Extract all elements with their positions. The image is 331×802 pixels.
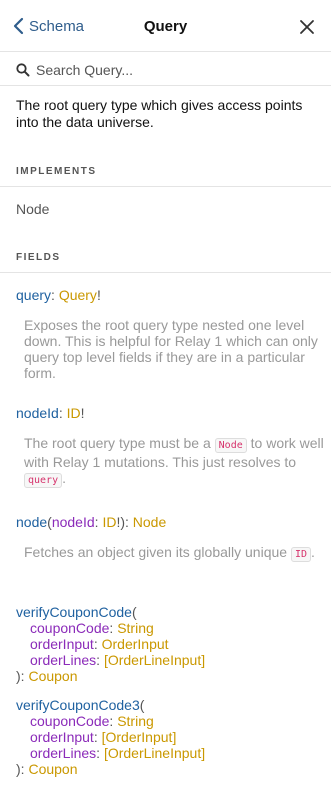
implements-node-link[interactable]: Node — [16, 201, 49, 217]
field-type-verifycouponcode3[interactable]: Coupon — [28, 761, 77, 777]
field-name-node[interactable]: node — [16, 514, 47, 530]
page-title: Query — [143, 18, 188, 35]
arg-name: orderInput — [30, 636, 94, 652]
arg-type-id[interactable]: ID — [102, 514, 116, 530]
field-type-nodeid[interactable]: ID — [67, 405, 81, 421]
arg-name: couponCode — [30, 713, 110, 729]
implements-divider — [0, 186, 331, 187]
field-description-node: Fetches an object given its globally uni… — [16, 544, 324, 563]
field-verifycouponcode3: verifyCouponCode3( couponCode: String or… — [16, 697, 206, 777]
arg-name: orderInput — [30, 729, 94, 745]
description-text: Fetches an object given its globally uni… — [24, 544, 291, 560]
field-name-verifycouponcode[interactable]: verifyCouponCode — [16, 604, 132, 620]
arg-type[interactable]: String — [117, 713, 154, 729]
arg-type[interactable]: OrderLineInput — [108, 652, 201, 668]
field-node: node(nodeId: ID!): Node — [16, 514, 167, 530]
arg-type[interactable]: OrderLineInput — [108, 745, 201, 761]
field-type-verifycouponcode[interactable]: Coupon — [28, 668, 77, 684]
implements-heading: IMPLEMENTS — [16, 166, 97, 177]
search-input[interactable] — [36, 59, 316, 81]
field-type-node[interactable]: Node — [133, 514, 166, 530]
field-type-query[interactable]: Query — [59, 287, 97, 303]
field-name-query[interactable]: query — [16, 287, 51, 303]
search-bar — [0, 52, 331, 86]
arg-name: orderLines — [30, 652, 97, 668]
non-null-marker: ! — [96, 287, 101, 303]
arg-name-nodeid: nodeId — [51, 514, 95, 530]
fields-heading: FIELDS — [16, 252, 61, 263]
arg-type[interactable]: OrderInput — [102, 636, 169, 652]
field-name-verifycouponcode3[interactable]: verifyCouponCode3 — [16, 697, 140, 713]
non-null-marker: ! — [116, 514, 121, 530]
inline-code: ID — [290, 547, 311, 562]
arg-type[interactable]: OrderInput — [106, 729, 173, 745]
field-name-nodeid[interactable]: nodeId — [16, 405, 59, 421]
description-text: . — [62, 470, 66, 486]
description-text: . — [311, 544, 315, 560]
fields-divider — [0, 272, 331, 273]
field-description-query: Exposes the root query type nested one l… — [16, 317, 324, 381]
field-nodeid: nodeId: ID! — [16, 405, 85, 421]
inline-code: query — [24, 473, 63, 488]
arg-type[interactable]: String — [117, 620, 154, 636]
field-verifycouponcode: verifyCouponCode( couponCode: String ord… — [16, 604, 206, 684]
non-null-marker: ! — [80, 405, 85, 421]
arg-name: orderLines — [30, 745, 97, 761]
close-icon[interactable] — [298, 18, 316, 36]
doc-explorer-header: Schema Query — [0, 0, 331, 52]
type-description: The root query type which gives access p… — [16, 97, 303, 130]
arg-name: couponCode — [30, 620, 110, 636]
description-text: The root query type must be a — [24, 435, 215, 451]
inline-code: Node — [214, 438, 247, 453]
field-query: query: Query! — [16, 287, 101, 303]
field-description-nodeid: The root query type must be a Node to wo… — [16, 435, 324, 489]
search-icon — [16, 63, 30, 77]
